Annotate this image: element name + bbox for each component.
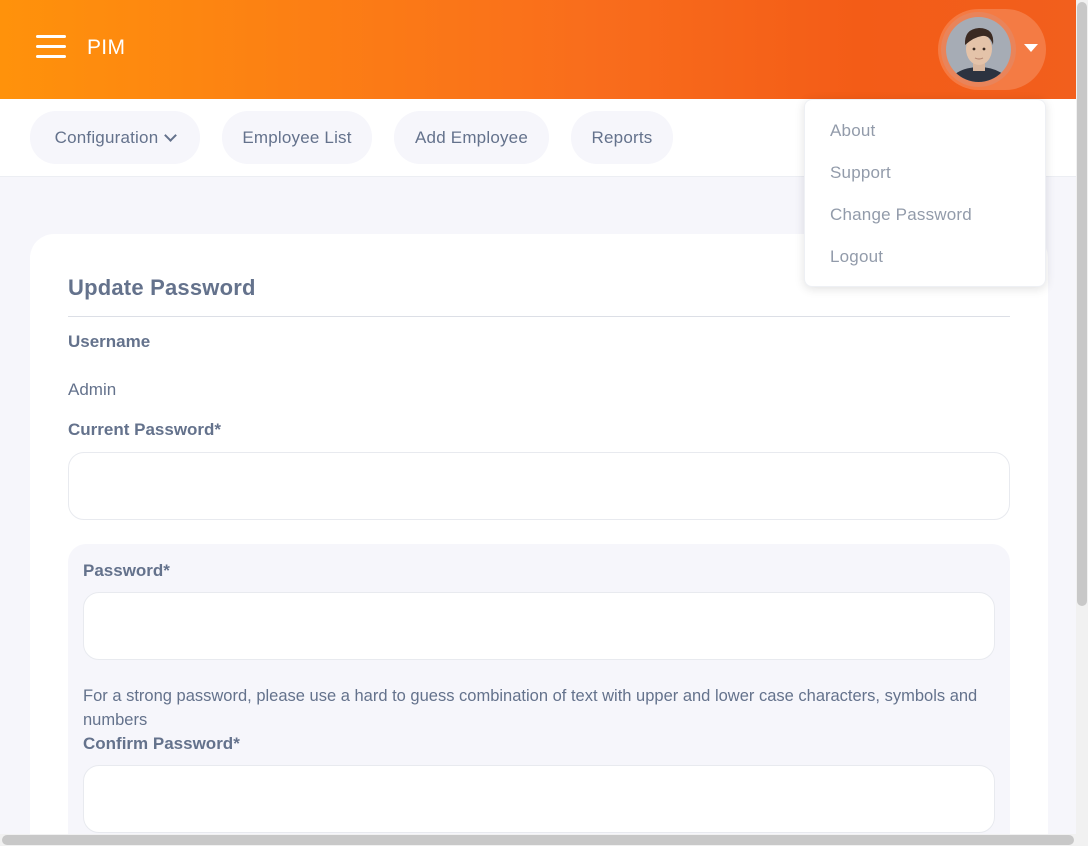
nav-item-label: Add Employee xyxy=(415,127,528,147)
username-value: Admin xyxy=(68,380,117,399)
current-password-label: Current Password* xyxy=(68,420,222,439)
horizontal-scrollbar-thumb[interactable] xyxy=(2,835,1074,845)
top-header: PIM xyxy=(0,0,1076,99)
nav-item-reports[interactable]: Reports xyxy=(571,111,673,164)
username-label: Username xyxy=(68,332,151,351)
user-dropdown-menu: About Support Change Password Logout xyxy=(804,99,1046,287)
password-input[interactable] xyxy=(83,592,995,660)
horizontal-scrollbar[interactable] xyxy=(0,834,1076,846)
dropdown-item-support[interactable]: Support xyxy=(830,163,891,183)
dropdown-item-change-password[interactable]: Change Password xyxy=(830,205,972,225)
nav-item-label: Reports xyxy=(591,127,653,147)
nav-item-configuration[interactable]: Configuration xyxy=(30,111,200,164)
user-avatar[interactable] xyxy=(941,12,1016,87)
avatar-image xyxy=(946,17,1011,82)
module-title: PIM xyxy=(87,36,126,59)
password-hint: For a strong password, please use a hard… xyxy=(83,687,978,729)
confirm-password-label: Confirm Password* xyxy=(83,734,240,753)
nav-item-label: Configuration xyxy=(54,127,159,147)
page-title: Update Password xyxy=(68,275,256,300)
vertical-scrollbar[interactable] xyxy=(1076,0,1088,846)
chevron-down-icon xyxy=(164,128,178,142)
update-password-card: Update Password Username Admin Current P… xyxy=(30,234,1048,846)
password-label: Password* xyxy=(83,561,170,580)
new-password-section: Password* For a strong password, please … xyxy=(68,544,1010,846)
nav-item-add-employee[interactable]: Add Employee xyxy=(394,111,549,164)
confirm-password-input[interactable] xyxy=(83,765,995,833)
hamburger-menu-icon[interactable] xyxy=(36,33,66,61)
current-password-input[interactable] xyxy=(68,452,1010,520)
nav-item-employee-list[interactable]: Employee List xyxy=(222,111,372,164)
dropdown-item-about[interactable]: About xyxy=(830,121,875,141)
title-divider xyxy=(68,316,1010,317)
user-profile-button[interactable] xyxy=(938,9,1046,90)
nav-item-label: Employee List xyxy=(242,127,352,147)
caret-down-icon[interactable] xyxy=(1024,44,1038,52)
vertical-scrollbar-thumb[interactable] xyxy=(1077,2,1087,606)
dropdown-item-logout[interactable]: Logout xyxy=(830,247,883,267)
